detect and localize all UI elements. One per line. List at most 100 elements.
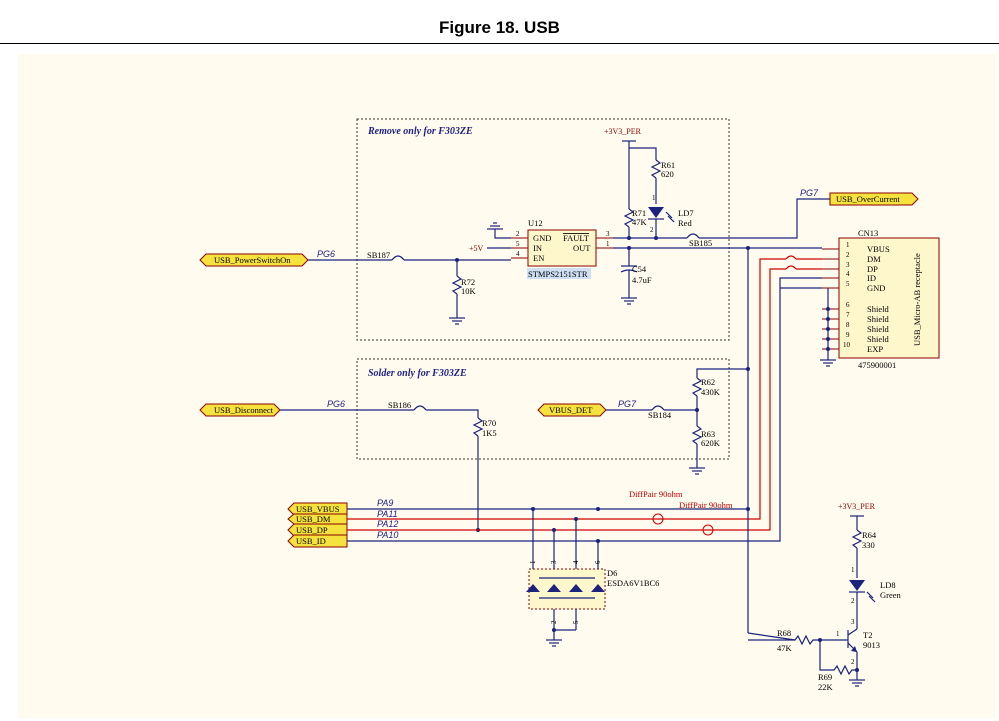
cn13-pin-name: Shield (867, 304, 889, 314)
r61-val: 620 (661, 169, 674, 179)
u12-pin5: 5 (516, 240, 520, 248)
ld8-val: Green (880, 590, 902, 600)
t2-pin1: 1 (836, 630, 840, 638)
r71-val: 47K (632, 217, 648, 227)
cn13-part: 475900001 (858, 360, 896, 370)
junction (654, 236, 658, 240)
d6-pin-2: 2 (550, 620, 558, 624)
u12-in-pin: IN (533, 243, 542, 253)
u12-pin3: 3 (606, 230, 610, 238)
port-pa10: PA10 (377, 530, 398, 540)
ld7-pin2: 2 (650, 226, 654, 234)
r64-ref: R64 (862, 530, 877, 540)
r70-val: 1K5 (482, 428, 497, 438)
cn13-pin-num: 8 (846, 321, 850, 329)
t2-ref: T2 (863, 630, 872, 640)
r63-val: 620K (701, 438, 721, 448)
cn13-pin-name: ID (867, 273, 876, 283)
cn13-pin-name: VBUS (867, 244, 890, 254)
cn13-pin-name: DM (867, 254, 881, 264)
u12-out-pin: OUT (573, 243, 591, 253)
cn13-pin-name: Shield (867, 314, 889, 324)
ld8-ref: LD8 (880, 580, 896, 590)
cn13-pin-num: 7 (846, 311, 850, 319)
r70-ref: R70 (482, 418, 496, 428)
disconnect-label: USB_Disconnect (214, 405, 274, 415)
d6-pin-3: 3 (550, 560, 558, 564)
u12-part: STMPS2151STR (528, 269, 588, 279)
ld7-val: Red (678, 218, 692, 228)
vbus-det-label: VBUS_DET (549, 405, 593, 415)
overcurrent-label: USB_OverCurrent (836, 194, 900, 204)
u12-ref: U12 (528, 218, 543, 228)
port-pg7-b: PG7 (618, 399, 637, 409)
sb185-label: SB185 (689, 238, 712, 248)
sb184-label: SB184 (648, 410, 672, 420)
port-pg6-a: PG6 (317, 249, 335, 259)
sb187-label: SB187 (367, 250, 390, 260)
u12-pin2: 2 (516, 230, 520, 238)
junction (627, 236, 631, 240)
r69-val: 22K (818, 682, 834, 692)
d6-pin-4: 4 (572, 560, 580, 564)
u12-pin4: 4 (516, 250, 520, 258)
cn13-pin-num: 10 (843, 341, 851, 349)
port-pg6-b: PG6 (327, 399, 345, 409)
d6-val: ESDA6V1BC6 (607, 578, 659, 588)
d6-pin-1: 1 (529, 560, 537, 564)
r72-val: 10K (461, 286, 477, 296)
v5-label: +5V (469, 244, 484, 253)
t2-pin2: 2 (851, 658, 855, 666)
ld7-ref: LD7 (678, 208, 694, 218)
ld7-pin1: 1 (652, 194, 656, 202)
cn13-body (838, 237, 940, 359)
r68-val: 47K (777, 643, 793, 653)
port-pa11: PA11 (377, 509, 398, 519)
r62-val: 430K (701, 387, 721, 397)
usb-dm-label: USB_DM (296, 514, 331, 524)
remove-box-label: Remove only for F303ZE (367, 126, 473, 137)
v33-a-label: +3V3_PER (604, 127, 642, 136)
junction (855, 668, 859, 672)
cn13-pin-num: 6 (846, 301, 850, 309)
d6-pin-6: 6 (594, 560, 602, 564)
r68-ref: R68 (777, 628, 791, 638)
u12-pin1: 1 (606, 240, 610, 248)
cn13-pin-name: GND (867, 283, 885, 293)
u12-gnd-pin: GND (533, 233, 551, 243)
usb-dp-label: USB_DP (296, 525, 328, 535)
t2-pin3: 3 (851, 618, 855, 626)
solder-box-label: Solder only for F303ZE (368, 368, 467, 379)
cn13-pin-name: EXP (867, 344, 883, 354)
u12-fault-pin: FAULT (563, 233, 590, 243)
port-pg7-a: PG7 (800, 188, 819, 198)
ld8-pin1: 1 (851, 566, 855, 574)
cn13-pin-name: Shield (867, 334, 889, 344)
diffpair-b-label: DiffPair 90ohm (679, 500, 733, 510)
usb-id-label: USB_ID (296, 536, 326, 546)
diffpair-a-label: DiffPair 90ohm (629, 489, 683, 499)
c54-val: 4.7uF (632, 275, 652, 285)
u12-en-pin: EN (533, 253, 544, 263)
cn13-pin-num: 5 (846, 280, 850, 288)
v33-b-label: +3V3_PER (838, 502, 876, 511)
port-pa12: PA12 (377, 519, 398, 529)
cn13-pin-num: 4 (846, 270, 850, 278)
ld8-pin2: 2 (851, 597, 855, 605)
cn13-pin-num: 2 (846, 251, 850, 259)
cn13-pin-num: 9 (846, 331, 850, 339)
r62-ref: R62 (701, 377, 715, 387)
d6-pin-5: 5 (572, 620, 580, 624)
cn13-pin-num: 1 (846, 241, 850, 249)
r64-val: 330 (862, 540, 875, 550)
r69-ref: R69 (818, 672, 832, 682)
schematic-sheet (18, 54, 996, 718)
port-pa9: PA9 (377, 498, 393, 508)
usb-schematic: Remove only for F303ZE Solder only for F… (18, 54, 996, 718)
cn13-title: USB_Micro-AB receptacle (912, 253, 922, 346)
power-switch-label: USB_PowerSwitchOn (214, 255, 291, 265)
usb-vbus-label: USB_VBUS (296, 504, 340, 514)
cn13-pin-name: Shield (867, 324, 889, 334)
cn13-pin-num: 3 (846, 261, 850, 269)
d6-ref: D6 (607, 568, 617, 578)
